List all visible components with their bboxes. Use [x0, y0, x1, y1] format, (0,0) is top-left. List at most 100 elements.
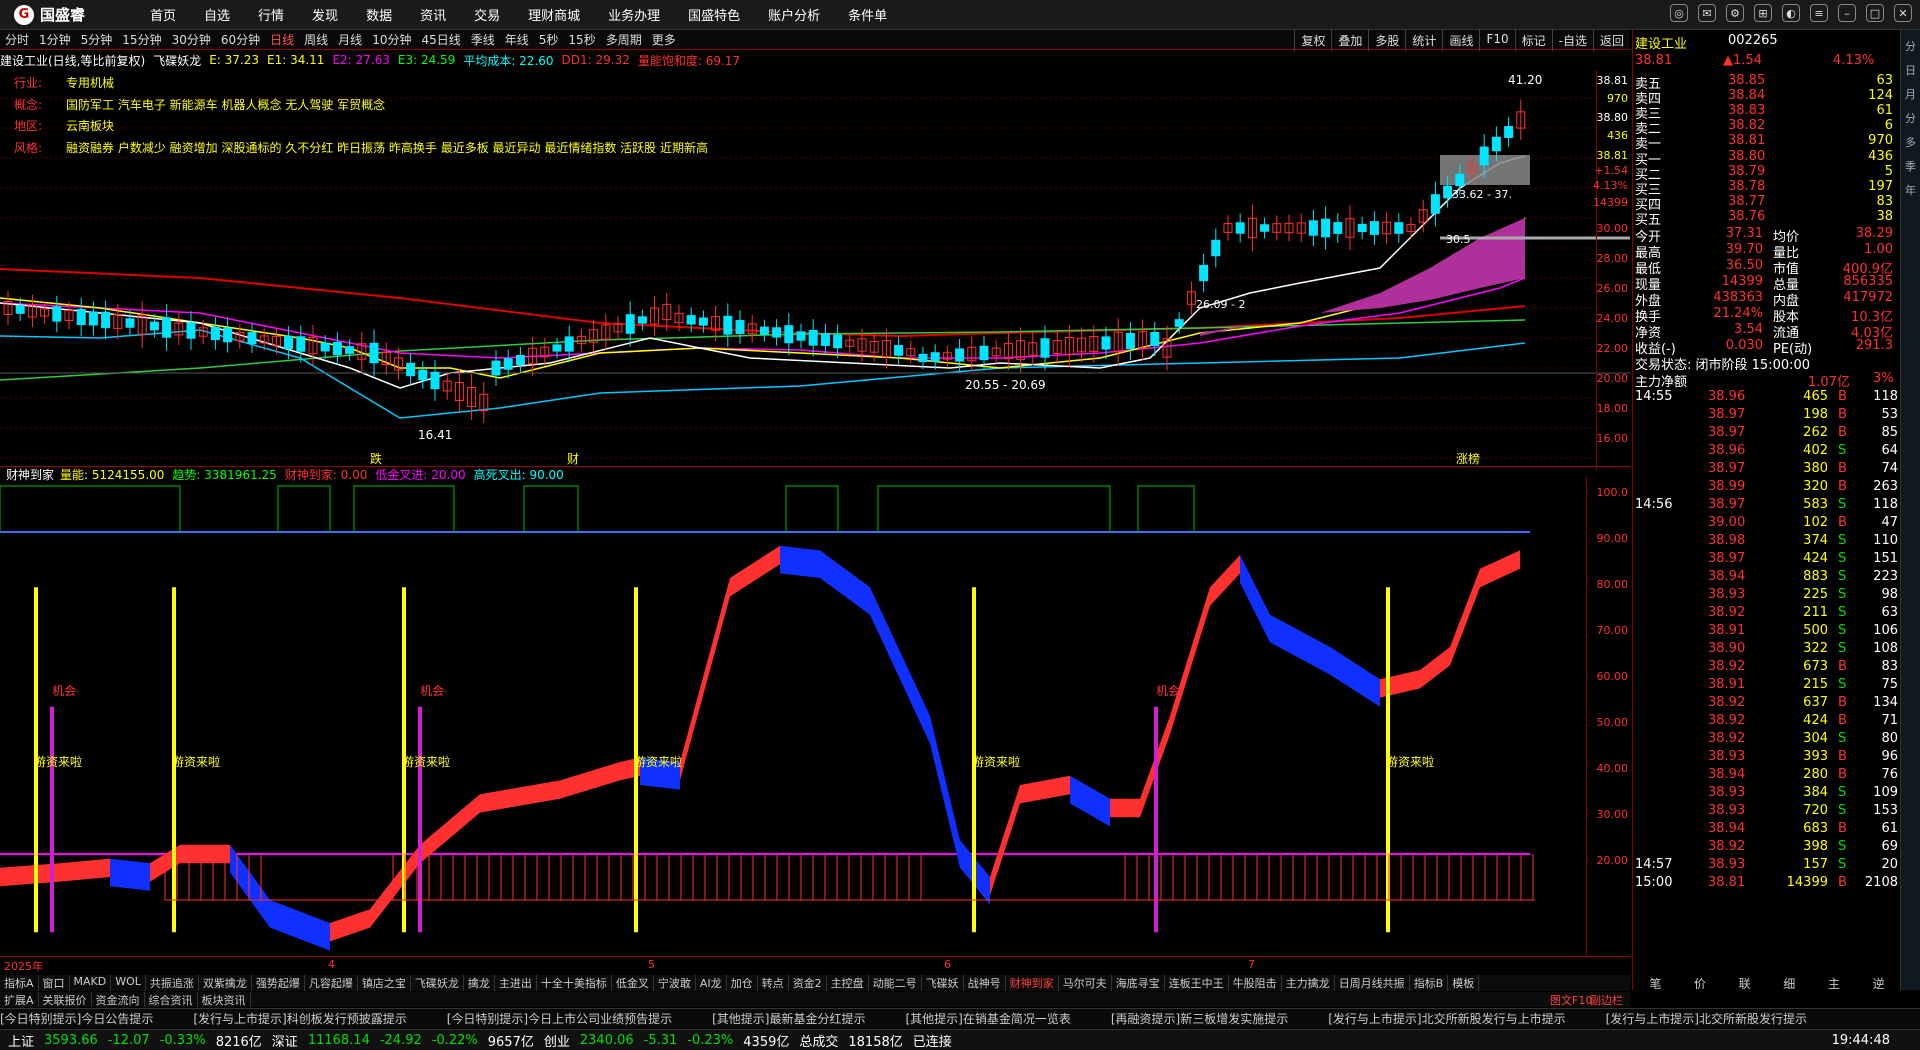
period-tab[interactable]: 周线	[299, 31, 333, 48]
indicator-tab[interactable]: 共振追涨	[146, 975, 199, 991]
sub-tab[interactable]: 综合资讯	[145, 992, 198, 1007]
period-tab[interactable]: 季线	[466, 31, 500, 48]
period-tab[interactable]: 5分钟	[76, 31, 118, 48]
menu-item[interactable]: 交易	[460, 5, 514, 24]
period-tab[interactable]: 多周期	[601, 31, 647, 48]
menu-icon[interactable]: ≡	[1810, 4, 1828, 22]
menu-item[interactable]: 数据	[352, 5, 406, 24]
sub-indicator-name[interactable]: 财神到家	[6, 466, 54, 483]
quote-tab[interactable]: 主	[1828, 975, 1840, 991]
kline-chart-area[interactable]: 机会 机会 机会游资来啦 游资来啦 游资来啦 游资来啦 游资来啦 游资来啦	[0, 68, 1630, 975]
indicator-tab[interactable]: 指标A	[0, 975, 39, 991]
indicator-tab[interactable]: 牛股阻击	[1229, 975, 1282, 991]
chat-icon[interactable]: ◎	[1670, 4, 1688, 22]
quote-tab[interactable]: 逆	[1873, 975, 1885, 991]
menu-item[interactable]: 国盛特色	[674, 5, 754, 24]
indicator-tab[interactable]: 资金2	[789, 975, 827, 991]
period-tab[interactable]: 15分钟	[117, 31, 166, 48]
period-tab[interactable]: 年线	[500, 31, 534, 48]
sz-label[interactable]: 深证	[272, 1031, 298, 1050]
indicator-tab[interactable]: 主控盘	[827, 975, 869, 991]
quote-tab[interactable]: 价	[1694, 975, 1706, 991]
news-item[interactable]: [发行与上市提示]科创板发行预披露提示	[193, 1010, 406, 1027]
tool-button[interactable]: 返回	[1592, 30, 1630, 51]
minimize-icon[interactable]: –	[1838, 4, 1856, 22]
period-tab[interactable]: 5秒	[534, 31, 564, 48]
sub-tab[interactable]: 资金流向	[92, 992, 145, 1007]
sh-label[interactable]: 上证	[8, 1031, 34, 1050]
maximize-icon[interactable]: □	[1866, 4, 1884, 22]
period-tab[interactable]: 30分钟	[167, 31, 216, 48]
indicator-tab[interactable]: 镇店之宝	[358, 975, 411, 991]
menu-item[interactable]: 发现	[298, 5, 352, 24]
side-bar-toggle[interactable]: 副边栏	[1590, 992, 1623, 1008]
indicator-tab[interactable]: 日周月线共振	[1335, 975, 1410, 991]
indicator-tab[interactable]: 飞碟妖龙	[411, 975, 464, 991]
news-item[interactable]: [发行与上市提示]北交所新股发行提示	[1606, 1010, 1807, 1027]
quote-tab[interactable]: 细	[1783, 975, 1795, 991]
menu-item[interactable]: 账户分析	[754, 5, 834, 24]
indicator-tab[interactable]: 凡容起爆	[305, 975, 358, 991]
period-tab[interactable]: 1分钟	[34, 31, 76, 48]
menu-item[interactable]: 理财商城	[514, 5, 594, 24]
period-tab[interactable]: 15秒	[563, 31, 600, 48]
message-icon[interactable]: ✉	[1698, 4, 1716, 22]
app-logo[interactable]: G 国盛睿	[0, 4, 130, 25]
strip-item[interactable]: 月	[1901, 86, 1920, 102]
cy-label[interactable]: 创业	[544, 1031, 570, 1050]
tool-button[interactable]: 叠加	[1331, 30, 1368, 51]
strip-item[interactable]: 分	[1901, 110, 1920, 126]
period-tab[interactable]: 日线	[265, 31, 299, 48]
menu-item[interactable]: 行情	[244, 5, 298, 24]
indicator-tab[interactable]: 宁波敢	[654, 975, 696, 991]
period-tab[interactable]: 分时	[0, 31, 34, 48]
indicator-tab[interactable]: 主进出	[495, 975, 537, 991]
indicator-tab[interactable]: WOL	[111, 975, 146, 991]
indicator-tab[interactable]: 低金叉	[612, 975, 654, 991]
sub-tab[interactable]: 板块资讯	[198, 992, 251, 1007]
tool-button[interactable]: -自选	[1551, 30, 1593, 51]
indicator-tab[interactable]: 强势起爆	[252, 975, 305, 991]
lock-icon[interactable]: ⊞	[1754, 4, 1772, 22]
indicator-tab[interactable]: 飞碟妖	[922, 975, 964, 991]
news-item[interactable]: [其他提示]最新基金分红提示	[712, 1010, 865, 1027]
strip-item[interactable]: 季	[1901, 158, 1920, 174]
strip-item[interactable]: 分	[1901, 38, 1920, 54]
period-tab[interactable]: 月线	[333, 31, 367, 48]
tool-button[interactable]: F10	[1479, 30, 1514, 51]
tool-button[interactable]: 多股	[1368, 30, 1405, 51]
sub-tab[interactable]: 扩展A	[0, 992, 39, 1007]
menu-item[interactable]: 业务办理	[594, 5, 674, 24]
news-item[interactable]: [今日特别提示]今日上市公司业绩预告提示	[447, 1010, 672, 1027]
indicator-tab[interactable]: 动能二号	[869, 975, 922, 991]
indicator-tab[interactable]: 十全十美指标	[537, 975, 612, 991]
indicator-tab[interactable]: 财神到家	[1006, 975, 1059, 991]
strip-item[interactable]: 年	[1901, 182, 1920, 198]
indicator-tab[interactable]: MAKD	[70, 975, 112, 991]
news-item[interactable]: [其他提示]在销基金简况一览表	[906, 1010, 1071, 1027]
period-tab[interactable]: 更多	[647, 31, 681, 48]
indicator-tab[interactable]: 模板	[1448, 975, 1480, 991]
indicator-tab[interactable]: 擒龙	[464, 975, 495, 991]
tool-button[interactable]: 标记	[1514, 30, 1552, 51]
indicator-tab[interactable]: AI龙	[696, 975, 727, 991]
indicator-tab[interactable]: 加仓	[727, 975, 758, 991]
tool-button[interactable]: 画线	[1442, 30, 1479, 51]
indicator-tab[interactable]: 窗口	[39, 975, 70, 991]
menu-item[interactable]: 资讯	[406, 5, 460, 24]
indicator-tab[interactable]: 马尔可夫	[1059, 975, 1112, 991]
period-tab[interactable]: 45日线	[416, 31, 465, 48]
f10-link[interactable]: 图文F10	[1550, 992, 1592, 1008]
sub-tab[interactable]: 关联报价	[39, 992, 92, 1007]
menu-item[interactable]: 条件单	[834, 5, 901, 24]
quote-tab[interactable]: 笔	[1649, 975, 1661, 991]
strip-item[interactable]: 多	[1901, 134, 1920, 150]
period-tab[interactable]: 60分钟	[216, 31, 265, 48]
indicator-tab[interactable]: 转点	[758, 975, 789, 991]
tool-button[interactable]: 复权	[1294, 30, 1331, 51]
settings-icon[interactable]: ⚙	[1726, 4, 1744, 22]
news-item[interactable]: [今日特别提示]今日公告提示	[0, 1010, 153, 1027]
strip-item[interactable]: 日	[1901, 62, 1920, 78]
menu-item[interactable]: 自选	[190, 5, 244, 24]
indicator-tab[interactable]: 连板王中王	[1165, 975, 1229, 991]
